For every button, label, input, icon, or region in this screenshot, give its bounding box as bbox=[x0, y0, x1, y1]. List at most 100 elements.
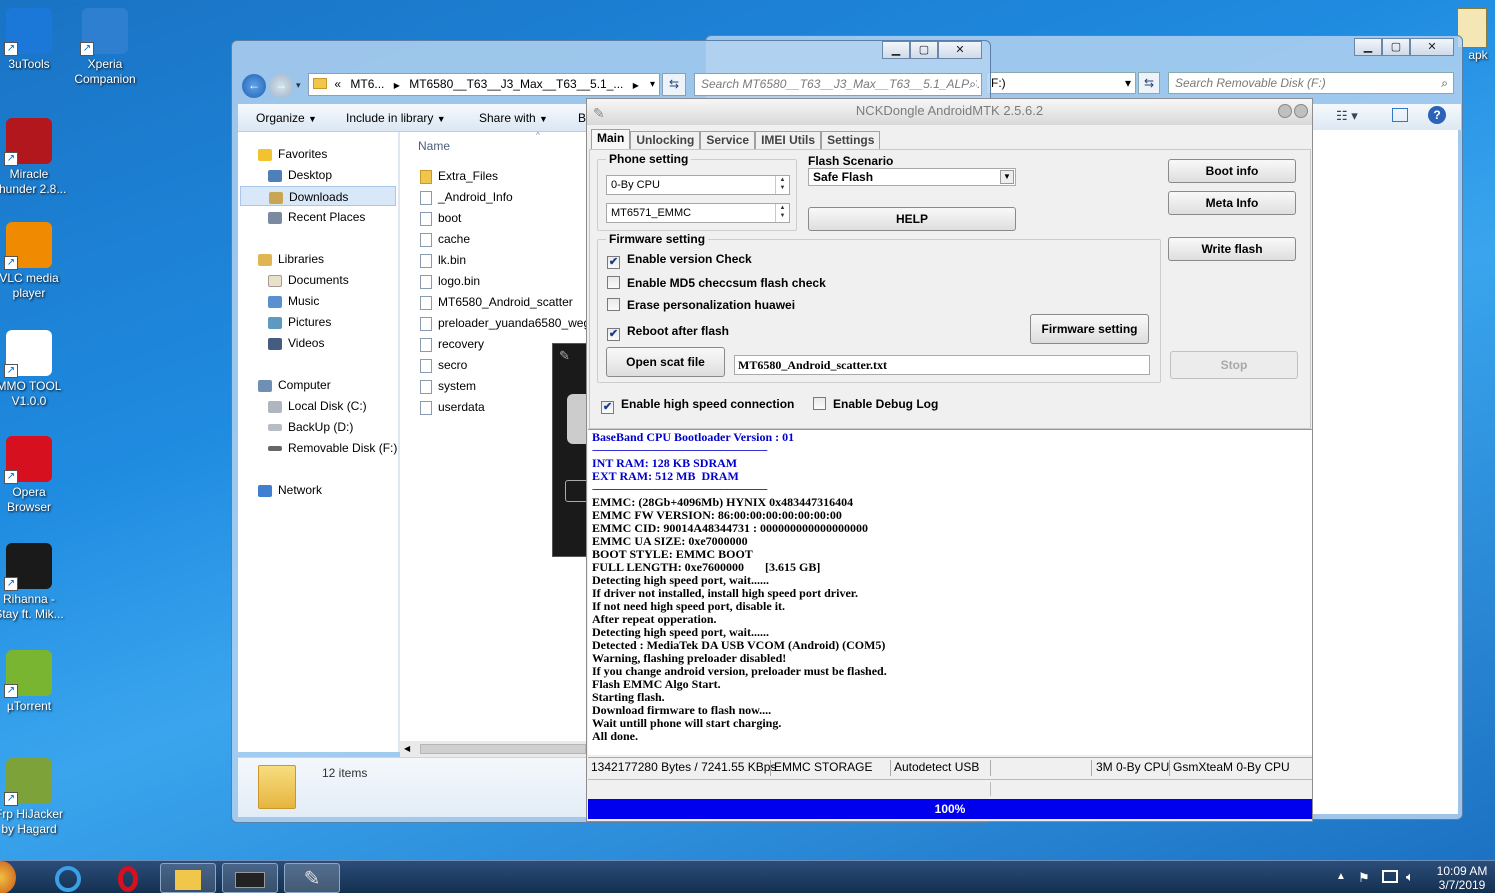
desktop-icon-opera[interactable]: ↗ Opera Browser bbox=[0, 436, 67, 515]
nav-videos[interactable]: Videos bbox=[268, 333, 324, 353]
preview-pane-icon[interactable] bbox=[1392, 108, 1408, 122]
chevron-right-icon[interactable]: ▶ bbox=[633, 81, 639, 90]
spinner-icon[interactable]: ▲ ▼ bbox=[775, 204, 789, 222]
share-with-button[interactable]: Share with ▼ bbox=[479, 111, 548, 125]
nav-pictures[interactable]: Pictures bbox=[268, 312, 331, 332]
desktop-icon-utorrent[interactable]: ↗ µTorrent bbox=[0, 650, 67, 714]
taskbar-nck[interactable]: ✎ bbox=[284, 863, 340, 893]
file-list-item[interactable]: MT6580_Android_scatter bbox=[420, 292, 573, 312]
nav-network[interactable]: Network bbox=[258, 480, 322, 500]
spinner-icon[interactable]: ▲ ▼ bbox=[775, 176, 789, 194]
address-crumb[interactable]: « bbox=[334, 77, 341, 91]
file-list-item[interactable]: Extra_Files bbox=[420, 166, 498, 186]
refresh-button[interactable]: ⇆ bbox=[662, 73, 686, 96]
desktop-icon-mp3-file[interactable]: ↗ Rihanna - Stay ft. Mik... bbox=[0, 543, 67, 622]
reboot-after-flash-checkbox[interactable]: ✔ Reboot after flash bbox=[607, 324, 729, 341]
close-button[interactable]: ✕ bbox=[938, 41, 982, 59]
nav-backup-d[interactable]: BackUp (D:) bbox=[268, 417, 353, 437]
enable-md5-check-checkbox[interactable]: Enable MD5 checcsum flash check bbox=[607, 276, 826, 292]
log-output[interactable]: BaseBand CPU Bootloader Version : 01 ----… bbox=[588, 429, 1312, 755]
address-crumb[interactable]: MT6... bbox=[350, 77, 384, 91]
file-list-item[interactable]: userdata bbox=[420, 397, 485, 417]
maximize-button[interactable]: ▢ bbox=[910, 41, 938, 59]
tab-imei-utils[interactable]: IMEI Utils bbox=[755, 131, 822, 149]
desktop-icon-3utools[interactable]: ↗ 3uTools bbox=[0, 8, 67, 72]
boot-info-button[interactable]: Boot info bbox=[1168, 159, 1296, 183]
chevron-down-icon[interactable]: ▾ bbox=[1125, 73, 1131, 93]
tab-service[interactable]: Service bbox=[700, 131, 756, 149]
nck-title-bar[interactable]: ✎ NCKDongle AndroidMTK 2.5.6.2 bbox=[587, 99, 1312, 125]
organize-button[interactable]: Organize ▼ bbox=[256, 111, 317, 125]
debug-log-checkbox[interactable]: Enable Debug Log bbox=[813, 397, 938, 413]
chevron-down-icon[interactable]: ▼ bbox=[1000, 170, 1014, 184]
checkbox-icon[interactable] bbox=[607, 276, 620, 289]
burn-button[interactable]: B bbox=[578, 111, 586, 125]
minimize-button[interactable]: ▁ bbox=[882, 41, 910, 59]
file-list-item[interactable]: recovery bbox=[420, 334, 484, 354]
cpu-select[interactable]: 0-By CPU ▲ ▼ bbox=[606, 175, 790, 195]
volume-icon[interactable]: 🔈︎ bbox=[1406, 869, 1414, 885]
flag-icon[interactable]: ⚑ bbox=[1358, 870, 1370, 886]
scroll-left-icon[interactable]: ◀ bbox=[404, 741, 410, 757]
file-list-item[interactable]: secro bbox=[420, 355, 467, 375]
back-button[interactable]: ← bbox=[242, 74, 266, 98]
checkbox-icon[interactable]: ✔ bbox=[607, 256, 620, 269]
desktop-icon-mmo-tool[interactable]: ↗ MMO TOOL V1.0.0 bbox=[0, 330, 67, 409]
address-bar[interactable]: « MT6... ▶ MT6580__T63__J3_Max__T63__5.1… bbox=[308, 73, 660, 96]
meta-info-button[interactable]: Meta Info bbox=[1168, 191, 1296, 215]
file-list-item[interactable]: cache bbox=[420, 229, 470, 249]
file-list-item[interactable]: logo.bin bbox=[420, 271, 480, 291]
background-app-window[interactable]: ✎ bbox=[552, 343, 589, 557]
clock[interactable]: 10:09 AM 3/7/2019 bbox=[1432, 864, 1492, 892]
checkbox-icon[interactable] bbox=[607, 298, 620, 311]
explorer2-refresh-button[interactable]: ⇆ bbox=[1138, 72, 1160, 94]
close-button[interactable]: ✕ bbox=[1410, 38, 1454, 56]
checkbox-icon[interactable]: ✔ bbox=[601, 401, 614, 414]
nav-music[interactable]: Music bbox=[268, 291, 319, 311]
help-button[interactable]: HELP bbox=[808, 207, 1016, 231]
high-speed-checkbox[interactable]: ✔ Enable high speed connection bbox=[601, 397, 794, 414]
desktop-icon-miracle-thunder[interactable]: ↗Miracle Thunder 2.8... bbox=[0, 118, 67, 197]
nck-window[interactable]: ✎ NCKDongle AndroidMTK 2.5.6.2 Main Unlo… bbox=[586, 98, 1313, 822]
address-crumb[interactable]: MT6580__T63__J3_Max__T63__5.1_... bbox=[409, 77, 623, 91]
nav-favorites[interactable]: Favorites bbox=[258, 144, 327, 164]
explorer2-search-input[interactable]: Search Removable Disk (F:) ⌕ bbox=[1168, 72, 1454, 94]
nav-desktop[interactable]: Desktop bbox=[268, 165, 332, 185]
nav-local-disk-c[interactable]: Local Disk (C:) bbox=[268, 396, 367, 416]
file-list-item[interactable]: lk.bin bbox=[420, 250, 466, 270]
file-list-item[interactable]: boot bbox=[420, 208, 461, 228]
chevron-right-icon[interactable]: ▶ bbox=[394, 81, 400, 90]
firmware-setting-button[interactable]: Firmware setting bbox=[1030, 314, 1149, 344]
explorer2-address-bar[interactable]: F:) ▾ bbox=[986, 72, 1136, 94]
taskbar-explorer[interactable] bbox=[160, 863, 216, 893]
file-list-item[interactable]: preloader_yuanda6580_weg_ bbox=[420, 313, 597, 333]
scroll-thumb[interactable] bbox=[420, 744, 586, 754]
taskbar-ie[interactable] bbox=[40, 863, 96, 893]
flash-scenario-select[interactable]: Safe Flash ▼ bbox=[808, 168, 1016, 186]
nav-computer[interactable]: Computer bbox=[258, 375, 331, 395]
scat-file-field[interactable]: MT6580_Android_scatter.txt bbox=[734, 355, 1150, 375]
help-icon[interactable]: ? bbox=[1428, 106, 1446, 124]
close-icon[interactable] bbox=[1294, 104, 1308, 118]
checkbox-icon[interactable] bbox=[813, 397, 826, 410]
minimize-icon[interactable] bbox=[1278, 104, 1292, 118]
nav-recent-places[interactable]: Recent Places bbox=[268, 207, 365, 227]
tab-unlocking[interactable]: Unlocking bbox=[630, 131, 701, 149]
search-input[interactable]: Search MT6580__T63__J3_Max__T63__5.1_ALP… bbox=[694, 73, 982, 96]
tab-main[interactable]: Main bbox=[591, 129, 631, 149]
nav-downloads[interactable]: Downloads bbox=[240, 186, 396, 206]
start-button[interactable] bbox=[0, 861, 16, 893]
nav-documents[interactable]: Documents bbox=[268, 270, 349, 290]
file-list-item[interactable]: _Android_Info bbox=[420, 187, 513, 207]
include-library-button[interactable]: Include in library ▼ bbox=[346, 111, 446, 125]
desktop-icon-frp-hijacker[interactable]: ↗ Frp HiJacker by Hagard bbox=[0, 758, 67, 837]
network-tray-icon[interactable] bbox=[1382, 870, 1398, 883]
tab-settings[interactable]: Settings bbox=[821, 131, 881, 149]
maximize-button[interactable]: ▢ bbox=[1382, 38, 1410, 56]
checkbox-icon[interactable]: ✔ bbox=[607, 328, 620, 341]
recent-pages-icon[interactable]: ▾ bbox=[296, 80, 301, 91]
desktop-icon-vlc[interactable]: ↗ VLC media player bbox=[0, 222, 67, 301]
horizontal-scrollbar[interactable]: ◀ bbox=[400, 741, 586, 757]
minimize-button[interactable]: ▁ bbox=[1354, 38, 1382, 56]
taskbar-media-app[interactable] bbox=[222, 863, 278, 893]
